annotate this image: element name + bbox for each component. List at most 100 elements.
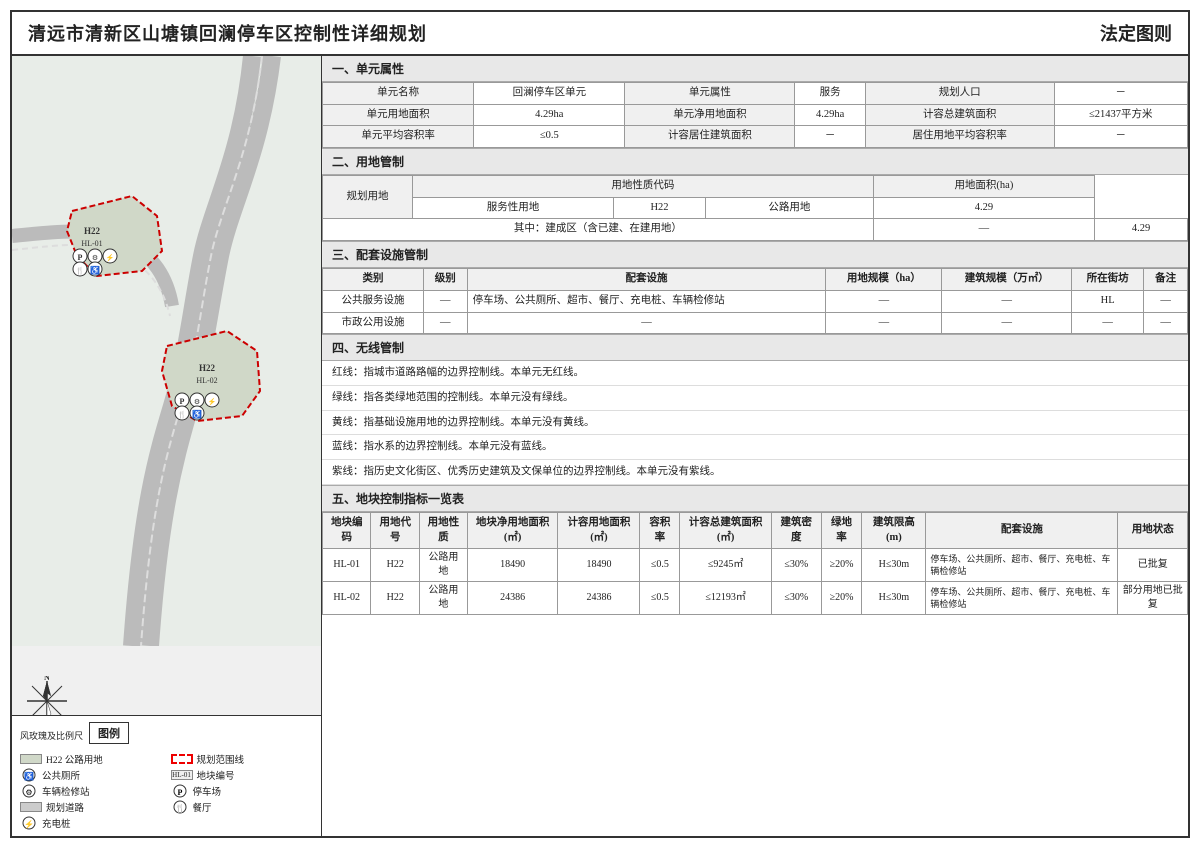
section1-header: 一、单元属性 [322, 56, 1188, 82]
table-row: 单元平均容积率 ≤0.5 计容居住建筑面积 － 居住用地平均容积率 － [323, 126, 1188, 148]
cell-res-build-value: － [795, 126, 865, 148]
svg-text:HL-02: HL-02 [196, 376, 217, 385]
svg-text:♿: ♿ [90, 265, 100, 275]
cell-land-area-val: 4.29 [873, 197, 1094, 219]
table-header-row: 类别 级别 配套设施 用地规模（ha） 建筑规模（万㎡） 所在街坊 备注 [323, 269, 1188, 291]
legend-blocknum-symbol: HL-01 [171, 770, 193, 780]
table-row: 单元用地面积 4.29ha 单元净用地面积 4.29ha 计容总建筑面积 ≤21… [323, 104, 1188, 126]
legend-repair-label: 车辆检修站 [42, 784, 90, 798]
legend-planroad-symbol [20, 802, 42, 812]
cell-res-far-label: 居住用地平均容积率 [865, 126, 1054, 148]
cell-land-area-header: 用地面积(ha) [873, 176, 1094, 198]
main-area: H22 HL-01 P ⚙ ⚡ 🍴 [12, 56, 1188, 836]
col-block-code: 地块编码 [323, 512, 371, 548]
cell-hl01-green: ≥20% [821, 549, 862, 582]
page-title: 清远市清新区山塘镇回澜停车区控制性详细规划 [28, 20, 427, 46]
table-row: 单元名称 回澜停车区单元 单元属性 服务 规划人口 － [323, 83, 1188, 105]
svg-text:⚡: ⚡ [106, 253, 115, 262]
section3-table: 类别 级别 配套设施 用地规模（ha） 建筑规模（万㎡） 所在街坊 备注 公共服… [322, 268, 1188, 334]
svg-text:⚙: ⚙ [25, 788, 32, 797]
wireless-green: 绿线：指各类绿地范围的控制线。本单元没有绿线。 [322, 386, 1188, 411]
table-row: HL-01 H22 公路用地 18490 18490 ≤0.5 ≤9245㎡ ≤… [323, 549, 1188, 582]
col-build-scale: 建筑规模（万㎡） [942, 269, 1072, 291]
legend-grid: H22 公路用地 规划范围线 ♿ 公共厕所 [20, 752, 313, 830]
col-type: 类别 [323, 269, 424, 291]
cell-hl01-height: H≤30m [862, 549, 926, 582]
legend-road-symbol [20, 754, 42, 764]
svg-text:H22: H22 [199, 363, 216, 373]
legend-item-repair: ⚙ 车辆检修站 [20, 784, 163, 798]
col-far: 容积率 [640, 512, 680, 548]
col-note: 备注 [1144, 269, 1188, 291]
cell-construction-dash: — [873, 219, 1094, 241]
cell-hl01-code: HL-01 [323, 549, 371, 582]
cell-hl01-facilities: 停车场、公共厕所、超市、餐厅、充电桩、车辆检修站 [926, 549, 1118, 582]
cell-avg-far-label: 单元平均容积率 [323, 126, 474, 148]
compass-label: 风玫瑰及比例尺 [20, 729, 83, 742]
svg-text:⚡: ⚡ [24, 819, 34, 829]
cell-hl01-far: ≤0.5 [640, 549, 680, 582]
cell-res-build-label: 计容居住建筑面积 [625, 126, 795, 148]
legend-item-planroad: 规划道路 [20, 800, 163, 814]
cell-construction-label: 其中：建成区（含已建、在建用地） [323, 219, 874, 241]
legend-item-blocknum: HL-01 地块编号 [171, 768, 314, 782]
cell-road-land: 公路用地 [706, 197, 874, 219]
cell-block-0: HL [1072, 290, 1144, 312]
section5: 五、地块控制指标一览表 地块编码 用地代号 用地性质 地块净用地面积(㎡) 计容… [322, 486, 1188, 615]
cell-service-land: 服务性用地 [413, 197, 614, 219]
cell-avg-far-value: ≤0.5 [474, 126, 625, 148]
cell-hl01-density: ≤30% [771, 549, 821, 582]
cell-unit-attr-label: 单元属性 [625, 83, 795, 105]
section3-header: 三、配套设施管制 [322, 242, 1188, 268]
cell-facility-1: — [467, 312, 826, 334]
col-block: 所在街坊 [1072, 269, 1144, 291]
header: 清远市清新区山塘镇回澜停车区控制性详细规划 法定图则 [12, 12, 1188, 56]
legend-item-charger: ⚡ 充电桩 [20, 816, 163, 830]
section2-table: 规划用地 用地性质代码 用地面积(ha) 服务性用地 H22 公路用地 4.29… [322, 175, 1188, 241]
col-total-build2: 计容总建筑面积(㎡) [680, 512, 772, 548]
section2: 二、用地管制 规划用地 用地性质代码 用地面积(ha) 服务性用地 H22 公路… [322, 149, 1188, 242]
svg-text:P: P [78, 253, 83, 262]
cell-unit-name-value: 回澜停车区单元 [474, 83, 625, 105]
col-land-scale: 用地规模（ha） [826, 269, 942, 291]
table-header-row: 地块编码 用地代号 用地性质 地块净用地面积(㎡) 计容用地面积(㎡) 容积率 … [323, 512, 1188, 548]
cell-hl02-height: H≤30m [862, 582, 926, 615]
svg-text:♿: ♿ [192, 409, 202, 419]
cell-hl02-status: 部分用地已批复 [1118, 582, 1188, 615]
cell-hl02-facilities: 停车场、公共厕所、超市、餐厅、充电桩、车辆检修站 [926, 582, 1118, 615]
cell-hl01-total: ≤9245㎡ [680, 549, 772, 582]
col-density: 建筑密度 [771, 512, 821, 548]
cell-hl01-cap: 18490 [558, 549, 640, 582]
section2-header: 二、用地管制 [322, 149, 1188, 175]
svg-text:H22: H22 [84, 226, 101, 236]
legend-item-boundary: 规划范围线 [171, 752, 314, 766]
cell-land-0: — [826, 290, 942, 312]
legend-planroad-label: 规划道路 [46, 800, 84, 814]
wireless-purple: 紫线：指历史文化街区、优秀历史建筑及文保单位的边界控制线。本单元没有紫线。 [322, 460, 1188, 485]
cell-hl02-total: ≤12193㎡ [680, 582, 772, 615]
table-row: 规划用地 用地性质代码 用地面积(ha) [323, 176, 1188, 198]
table-row: 服务性用地 H22 公路用地 4.29 [323, 197, 1188, 219]
cell-unit-area-label: 单元用地面积 [323, 104, 474, 126]
col-facility: 配套设施 [467, 269, 826, 291]
cell-public-service: 公共服务设施 [323, 290, 424, 312]
svg-text:🍴: 🍴 [175, 803, 185, 813]
wireless-yellow: 黄线：指基础设施用地的边界控制线。本单元没有黄线。 [322, 411, 1188, 436]
col-facilities2: 配套设施 [926, 512, 1118, 548]
svg-text:⚙: ⚙ [194, 398, 200, 406]
col-land-type: 用地性质 [420, 512, 468, 548]
legend-boundary-label: 规划范围线 [197, 752, 245, 766]
svg-text:🍴: 🍴 [76, 266, 85, 275]
table-row: 公共服务设施 — 停车场、公共厕所、超市、餐厅、充电桩、车辆检修站 — — HL… [323, 290, 1188, 312]
cell-h22: H22 [613, 197, 705, 219]
cell-facility-0: 停车场、公共厕所、超市、餐厅、充电桩、车辆检修站 [467, 290, 826, 312]
wireless-red: 红线：指城市道路路幅的边界控制线。本单元无红线。 [322, 361, 1188, 386]
legend-toilet-label: 公共厕所 [42, 768, 80, 782]
map-canvas: H22 HL-01 P ⚙ ⚡ 🍴 [12, 56, 321, 836]
cell-unit-name-label: 单元名称 [323, 83, 474, 105]
cell-hl02-net: 24386 [467, 582, 558, 615]
legend-item-toilet: ♿ 公共厕所 [20, 768, 163, 782]
section3: 三、配套设施管制 类别 级别 配套设施 用地规模（ha） 建筑规模（万㎡） 所在… [322, 242, 1188, 335]
legend-title: 图例 [89, 722, 129, 744]
cell-build-0: — [942, 290, 1072, 312]
